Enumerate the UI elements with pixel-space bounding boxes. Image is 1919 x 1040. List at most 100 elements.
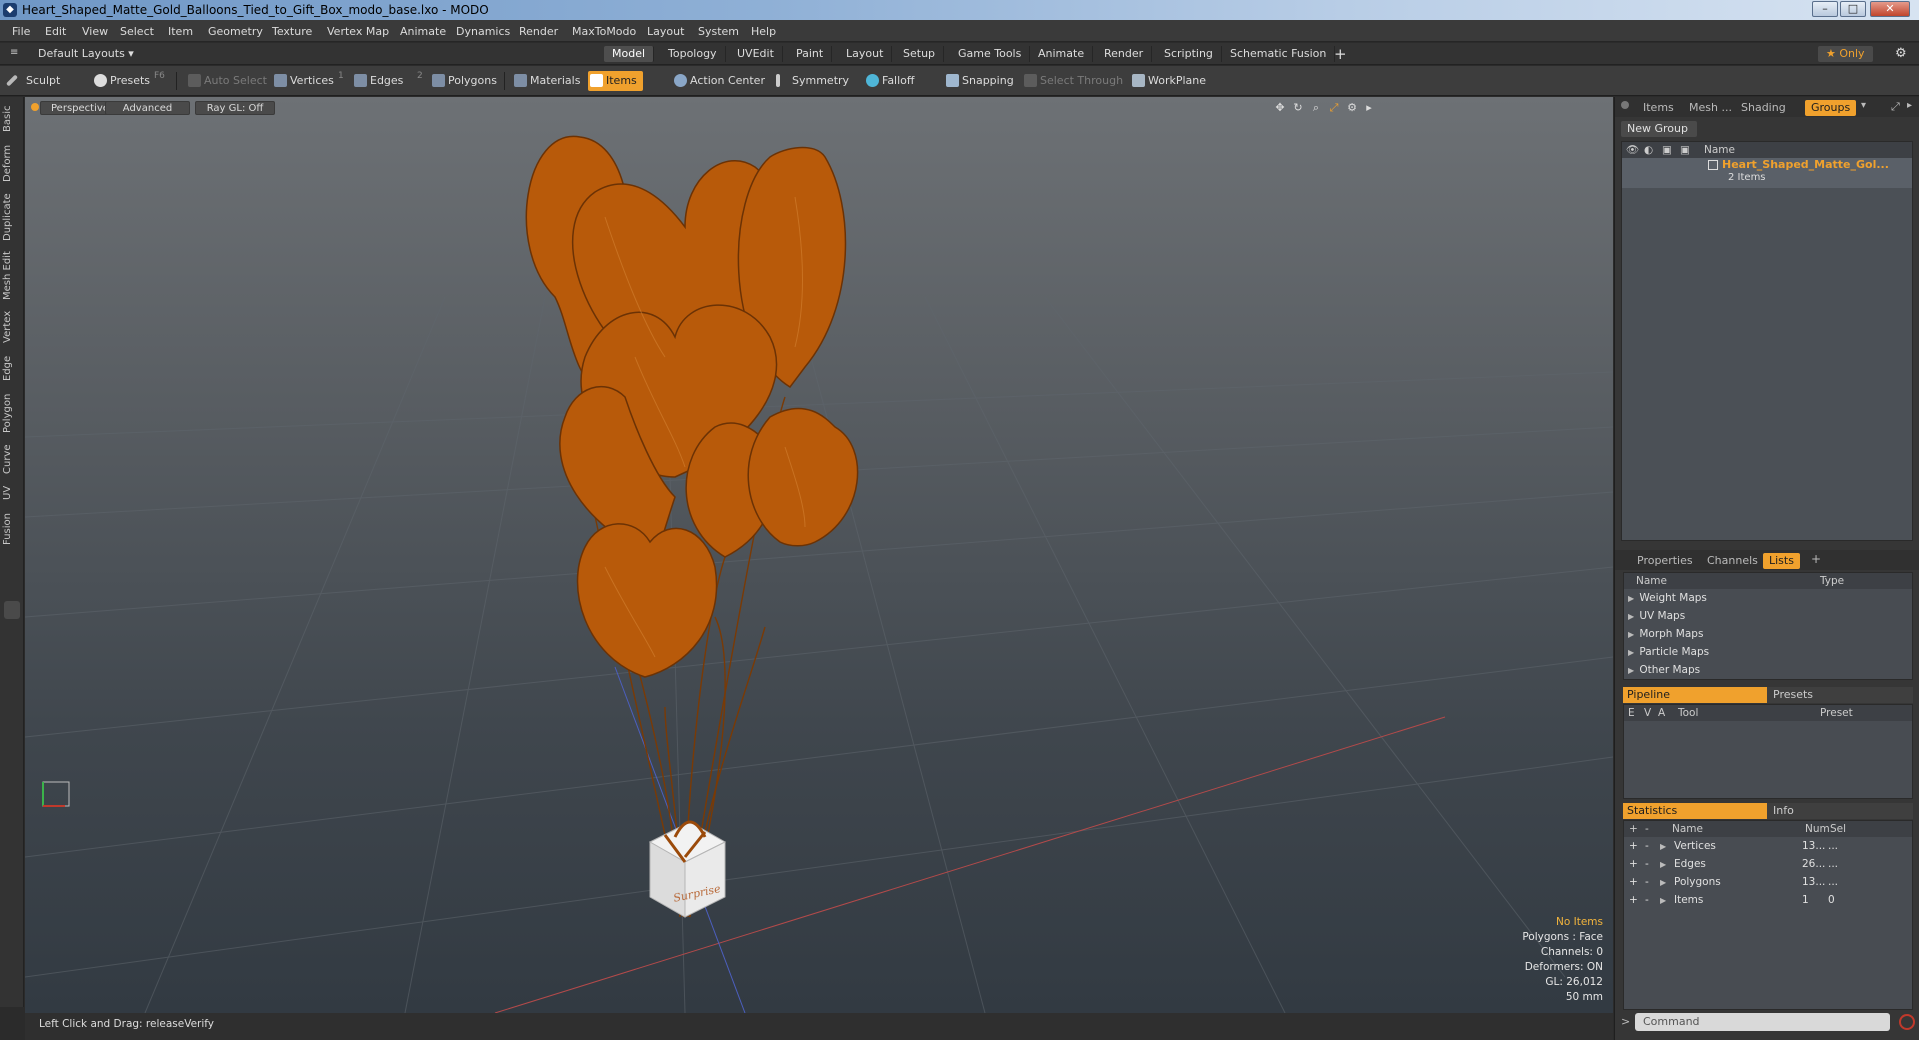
tab-layout[interactable]: Layout <box>838 46 893 62</box>
list-item[interactable]: ▶ Particle Maps <box>1628 644 1709 661</box>
table-row[interactable]: + - ▶ Vertices 13... ... <box>1624 838 1912 855</box>
tab-topology[interactable]: Topology <box>660 46 726 62</box>
panel-menu-icon[interactable] <box>1621 101 1629 109</box>
tab-items[interactable]: Items <box>1637 100 1680 116</box>
menu-edit[interactable]: Edit <box>45 25 66 38</box>
tab-info[interactable]: Info <box>1767 803 1913 819</box>
tab-lists[interactable]: Lists <box>1763 553 1800 569</box>
tab-setup[interactable]: Setup <box>895 46 945 62</box>
tab-shading[interactable]: Shading <box>1735 100 1792 116</box>
viewport-settings-icon[interactable]: ⚙ <box>1346 102 1358 114</box>
3d-viewport[interactable]: Surprise Perspective Advanced Ray GL: Of… <box>25 97 1613 1013</box>
add-tab-button[interactable]: + <box>1334 45 1347 63</box>
tab-statistics[interactable]: Statistics <box>1623 803 1767 819</box>
new-group-button[interactable]: New Group <box>1621 121 1697 137</box>
chevron-down-icon[interactable]: ▾ <box>1861 100 1866 111</box>
vtab-uv[interactable]: UV <box>2 483 22 503</box>
record-icon[interactable] <box>1899 1014 1915 1030</box>
tab-render[interactable]: Render <box>1096 46 1153 62</box>
pan-icon[interactable]: ✥ <box>1274 102 1286 114</box>
tab-schematic-fusion[interactable]: Schematic Fusion <box>1222 46 1336 62</box>
vtab-deform[interactable]: Deform <box>2 143 22 183</box>
only-toggle[interactable]: ★ Only <box>1818 46 1873 62</box>
rotate-icon[interactable]: ↻ <box>1292 102 1304 114</box>
tab-pipeline[interactable]: Pipeline <box>1623 687 1767 703</box>
eye-icon[interactable]: 👁 <box>1626 142 1639 158</box>
snapping-button[interactable]: Snapping <box>944 71 1014 91</box>
items-button[interactable]: Items <box>588 71 643 91</box>
maximize-panel-icon[interactable]: ⤢ <box>1891 100 1900 114</box>
tab-groups[interactable]: Groups <box>1805 100 1857 116</box>
list-item[interactable]: ▶ UV Maps <box>1628 608 1685 625</box>
panel-toggle-button[interactable] <box>4 601 20 619</box>
menu-render[interactable]: Render <box>519 25 558 38</box>
edges-button[interactable]: Edges <box>352 71 403 91</box>
menu-file[interactable]: File <box>12 25 30 38</box>
tab-animate[interactable]: Animate <box>1030 46 1094 62</box>
stats-add-icon[interactable]: + <box>1629 821 1638 837</box>
add-tab-icon[interactable]: + <box>1811 552 1821 566</box>
select-through-button[interactable]: Select Through <box>1022 71 1123 91</box>
vtab-vertex[interactable]: Vertex <box>2 309 22 345</box>
advanced-button[interactable]: Advanced <box>105 101 190 115</box>
ray-gl-button[interactable]: Ray GL: Off <box>195 101 275 115</box>
menu-system[interactable]: System <box>698 25 739 38</box>
action-center-button[interactable]: Action Center <box>672 71 765 91</box>
stats-remove-icon[interactable]: - <box>1645 821 1649 837</box>
viewport-menu-icon[interactable] <box>31 103 39 111</box>
list-item[interactable]: ▶ Other Maps <box>1628 662 1700 679</box>
gear-icon[interactable]: ⚙ <box>1895 46 1907 61</box>
group-row[interactable]: Heart_Shaped_Matte_Gol... 2 Items <box>1622 158 1912 188</box>
vtab-basic[interactable]: Basic <box>2 103 22 135</box>
list-item[interactable]: ▶ Weight Maps <box>1628 590 1707 607</box>
tab-presets[interactable]: Presets <box>1767 687 1913 703</box>
zoom-icon[interactable]: ⌕ <box>1310 102 1322 114</box>
tab-channels[interactable]: Channels <box>1701 553 1764 569</box>
menu-view[interactable]: View <box>82 25 108 38</box>
falloff-button[interactable]: Falloff <box>864 71 914 91</box>
menu-item[interactable]: Item <box>168 25 193 38</box>
menu-dynamics[interactable]: Dynamics <box>456 25 510 38</box>
tab-uvedit[interactable]: UVEdit <box>729 46 783 62</box>
presets-button[interactable]: Presets <box>92 71 150 91</box>
vtab-curve[interactable]: Curve <box>2 443 22 475</box>
menu-select[interactable]: Select <box>120 25 154 38</box>
menu-animate[interactable]: Animate <box>400 25 446 38</box>
maximize-button[interactable]: □ <box>1840 1 1866 17</box>
close-button[interactable]: ✕ <box>1870 1 1910 17</box>
menu-texture[interactable]: Texture <box>272 25 312 38</box>
menu-layout[interactable]: Layout <box>647 25 684 38</box>
auto-select-button[interactable]: Auto Select <box>186 71 267 91</box>
menu-geometry[interactable]: Geometry <box>208 25 263 38</box>
table-row[interactable]: + - ▶ Edges 26... ... <box>1624 856 1912 873</box>
tab-properties[interactable]: Properties <box>1631 553 1699 569</box>
tab-mesh[interactable]: Mesh ... <box>1683 100 1738 116</box>
list-item[interactable]: ▶ Morph Maps <box>1628 626 1703 643</box>
menu-maxtomodo[interactable]: MaxToModo <box>572 25 636 38</box>
tab-game-tools[interactable]: Game Tools <box>950 46 1031 62</box>
vtab-mesh-edit[interactable]: Mesh Edit <box>2 251 22 301</box>
panel-arrow-icon[interactable]: ▸ <box>1907 100 1912 111</box>
menu-vertex-map[interactable]: Vertex Map <box>327 25 389 38</box>
default-layouts-dropdown[interactable]: Default Layouts ▾ <box>38 47 134 60</box>
symmetry-button[interactable]: Symmetry <box>774 71 849 91</box>
workplane-button[interactable]: WorkPlane <box>1130 71 1206 91</box>
layout-menu-icon[interactable]: ≡ <box>10 47 18 58</box>
vtab-fusion[interactable]: Fusion <box>2 511 22 547</box>
tab-model[interactable]: Model <box>604 46 655 62</box>
minimize-button[interactable]: – <box>1812 1 1838 17</box>
vertices-button[interactable]: Vertices <box>272 71 334 91</box>
expand-arrow-icon[interactable]: ▸ <box>1363 102 1375 114</box>
vtab-polygon[interactable]: Polygon <box>2 391 22 435</box>
table-row[interactable]: + - ▶ Polygons 13... ... <box>1624 874 1912 891</box>
tab-scripting[interactable]: Scripting <box>1156 46 1222 62</box>
menu-help[interactable]: Help <box>751 25 776 38</box>
materials-button[interactable]: Materials <box>512 71 580 91</box>
tab-paint[interactable]: Paint <box>788 46 833 62</box>
table-row[interactable]: + - ▶ Items 1 0 <box>1624 892 1912 909</box>
polygons-button[interactable]: Polygons <box>430 71 497 91</box>
command-input[interactable]: Command <box>1635 1013 1890 1031</box>
vtab-duplicate[interactable]: Duplicate <box>2 191 22 243</box>
vtab-edge[interactable]: Edge <box>2 353 22 383</box>
sculpt-button[interactable]: Sculpt <box>5 71 60 91</box>
